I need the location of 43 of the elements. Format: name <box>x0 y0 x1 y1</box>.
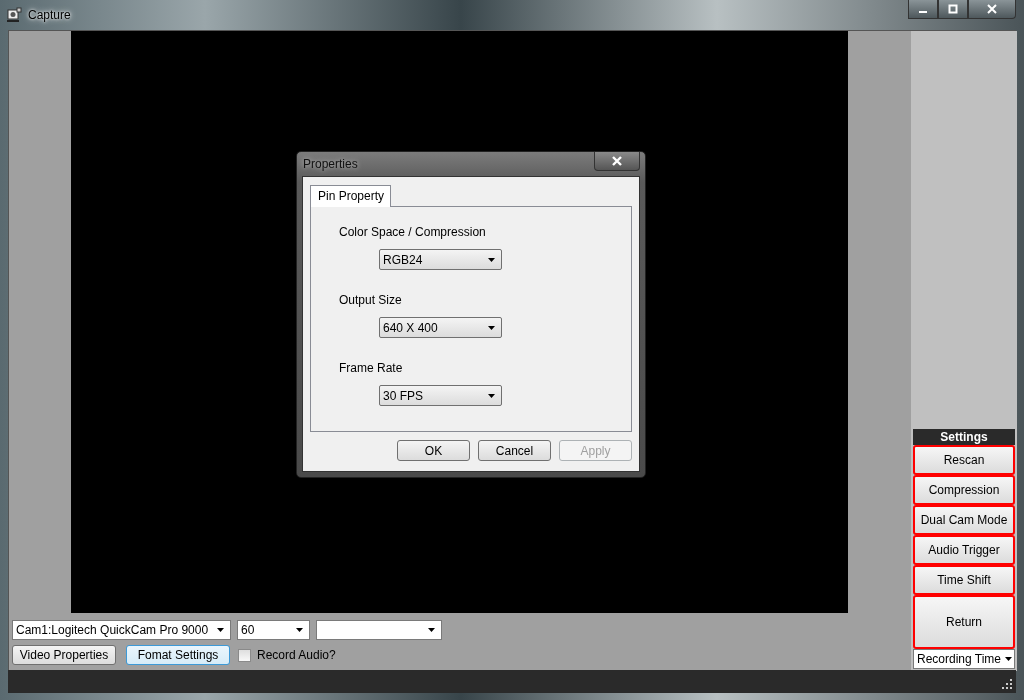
minimize-icon <box>919 10 927 13</box>
window-title: Capture <box>28 8 71 22</box>
toolbar-button[interactable]: Fomat Settings <box>126 645 230 665</box>
caret-icon <box>1005 657 1013 661</box>
camera-dropdown[interactable]: Cam1:Logitech QuickCam Pro 9000 <box>12 620 231 640</box>
checkbox-label: Record Audio? <box>257 648 336 662</box>
dropdown[interactable]: 640 X 400 <box>379 317 502 338</box>
caret-icon <box>488 257 495 262</box>
caret-icon <box>488 325 495 330</box>
caret-icon <box>488 393 495 398</box>
dropdown[interactable]: RGB24 <box>379 249 502 270</box>
rate-dropdown[interactable]: 60 <box>237 620 310 640</box>
caret-icon <box>428 628 435 632</box>
settings-button[interactable]: Dual Cam Mode <box>913 505 1015 535</box>
dropdown[interactable]: 30 FPS <box>379 385 502 406</box>
tab[interactable]: Pin Property <box>310 185 392 207</box>
dialog-button[interactable]: Cancel <box>478 440 551 461</box>
caret-icon <box>296 628 303 632</box>
record-audio-checkbox[interactable] <box>238 648 251 662</box>
dropdown[interactable] <box>316 620 442 640</box>
close-button[interactable] <box>968 0 1016 19</box>
camera-icon <box>6 7 22 23</box>
field-label: Frame Rate <box>339 361 403 376</box>
settings-header: Settings <box>913 429 1015 445</box>
maximize-button[interactable] <box>938 0 968 19</box>
toolbar-button[interactable]: Video Properties <box>12 645 116 665</box>
resize-grip-icon <box>1001 678 1013 690</box>
maximize-icon <box>948 4 958 14</box>
field-label: Color Space / Compression <box>339 225 486 240</box>
settings-button[interactable]: Rescan <box>913 445 1015 475</box>
settings-button[interactable]: Compression <box>913 475 1015 505</box>
caret-icon <box>217 628 224 632</box>
close-icon <box>987 4 997 14</box>
dialog-button[interactable]: OK <box>397 440 470 461</box>
dialog-title: Properties <box>303 157 358 171</box>
mode-dropdown[interactable]: Recording Time <box>913 649 1015 669</box>
field-label: Output Size <box>339 293 402 308</box>
minimize-button[interactable] <box>908 0 938 19</box>
settings-button[interactable]: Time Shift <box>913 565 1015 595</box>
settings-button[interactable]: Audio Trigger <box>913 535 1015 565</box>
close-button[interactable] <box>594 152 640 171</box>
settings-button[interactable]: Return <box>913 595 1015 649</box>
close-icon <box>612 156 622 166</box>
